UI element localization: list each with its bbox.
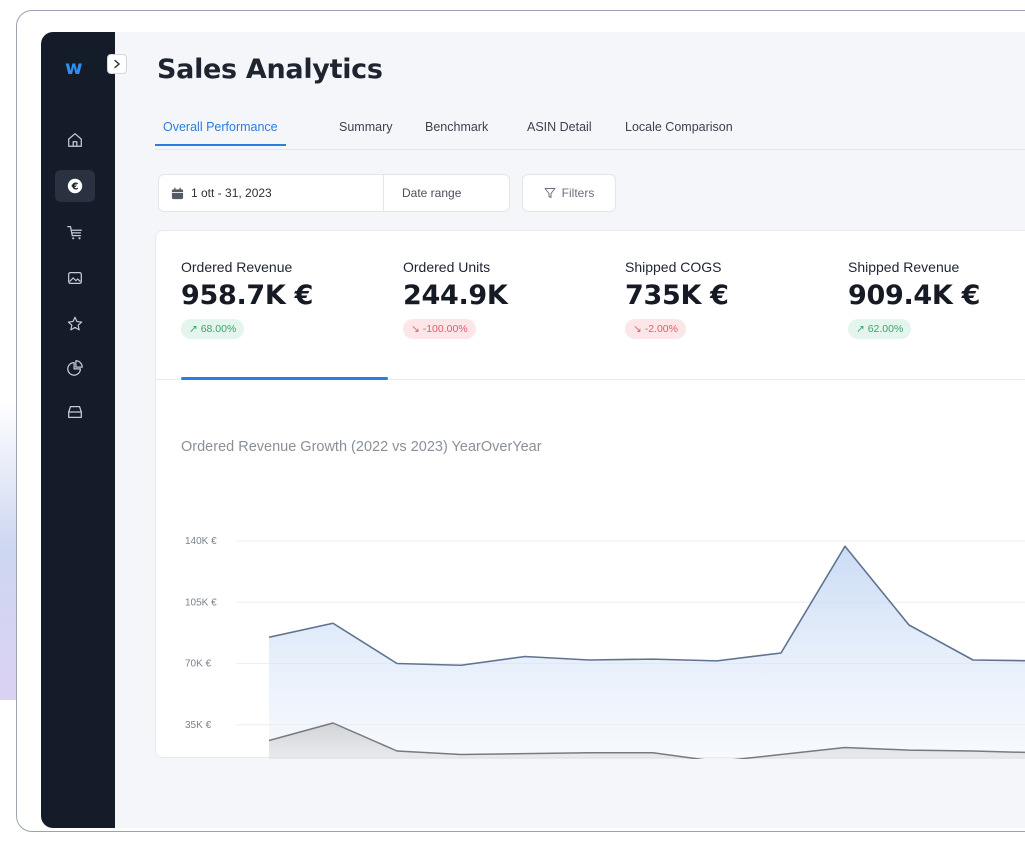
app-logo[interactable]: w xyxy=(65,57,83,79)
date-value: 1 ott - 31, 2023 xyxy=(171,186,272,200)
sidebar-item-inventory[interactable] xyxy=(55,396,95,428)
page-title: Sales Analytics xyxy=(157,54,383,85)
date-picker[interactable]: 1 ott - 31, 2023 Date range xyxy=(158,174,510,212)
cart-icon xyxy=(67,225,82,240)
tab-bar: Overall Performance Summary Benchmark AS… xyxy=(155,120,1025,150)
main-content: Sales Analytics Overall Performance Summ… xyxy=(115,32,1025,828)
sidebar-item-orders[interactable] xyxy=(55,216,95,248)
sidebar-item-favorites[interactable] xyxy=(55,308,95,340)
sidebar-item-media[interactable] xyxy=(55,262,95,294)
sidebar-item-revenue[interactable]: € xyxy=(55,170,95,202)
tab-overall-performance[interactable]: Overall Performance xyxy=(155,120,286,146)
y-tick-label: 105K € xyxy=(185,597,217,608)
filters-button[interactable]: Filters xyxy=(522,174,616,212)
calendar-icon xyxy=(171,187,184,199)
sidebar-item-home[interactable] xyxy=(55,124,95,156)
euro-icon: € xyxy=(67,178,83,194)
filters-label: Filters xyxy=(561,186,595,200)
tab-asin-detail[interactable]: ASIN Detail xyxy=(519,120,600,144)
image-icon xyxy=(68,271,82,285)
star-icon xyxy=(67,316,83,331)
tab-summary[interactable]: Summary xyxy=(331,120,400,144)
pie-chart-icon xyxy=(67,360,83,376)
tab-locale-comparison[interactable]: Locale Comparison xyxy=(617,120,741,144)
revenue-growth-chart: 0.00%35K €70K €105K €140K €ottobre 1otto… xyxy=(185,536,1025,759)
tab-benchmark[interactable]: Benchmark xyxy=(417,120,496,144)
filter-icon xyxy=(544,188,556,198)
home-icon xyxy=(68,133,82,147)
date-range-select[interactable]: Date range xyxy=(402,186,461,200)
y-tick-label: 140K € xyxy=(185,536,217,547)
sidebar-item-reports[interactable] xyxy=(55,352,95,384)
inbox-icon xyxy=(68,405,82,419)
series-area-0 xyxy=(269,546,1025,759)
app-window: w € Sales Analytics Overall Performance … xyxy=(41,32,1025,828)
y-tick-label: 35K € xyxy=(185,720,212,731)
y-tick-label: 70K € xyxy=(185,659,212,670)
svg-text:€: € xyxy=(71,182,79,193)
divider xyxy=(383,175,384,211)
sidebar: w € xyxy=(41,32,115,828)
performance-card: Ordered Revenue 958.7K € ↗ 68.00% Ordere… xyxy=(155,230,1025,759)
date-value-text: 1 ott - 31, 2023 xyxy=(191,186,272,200)
